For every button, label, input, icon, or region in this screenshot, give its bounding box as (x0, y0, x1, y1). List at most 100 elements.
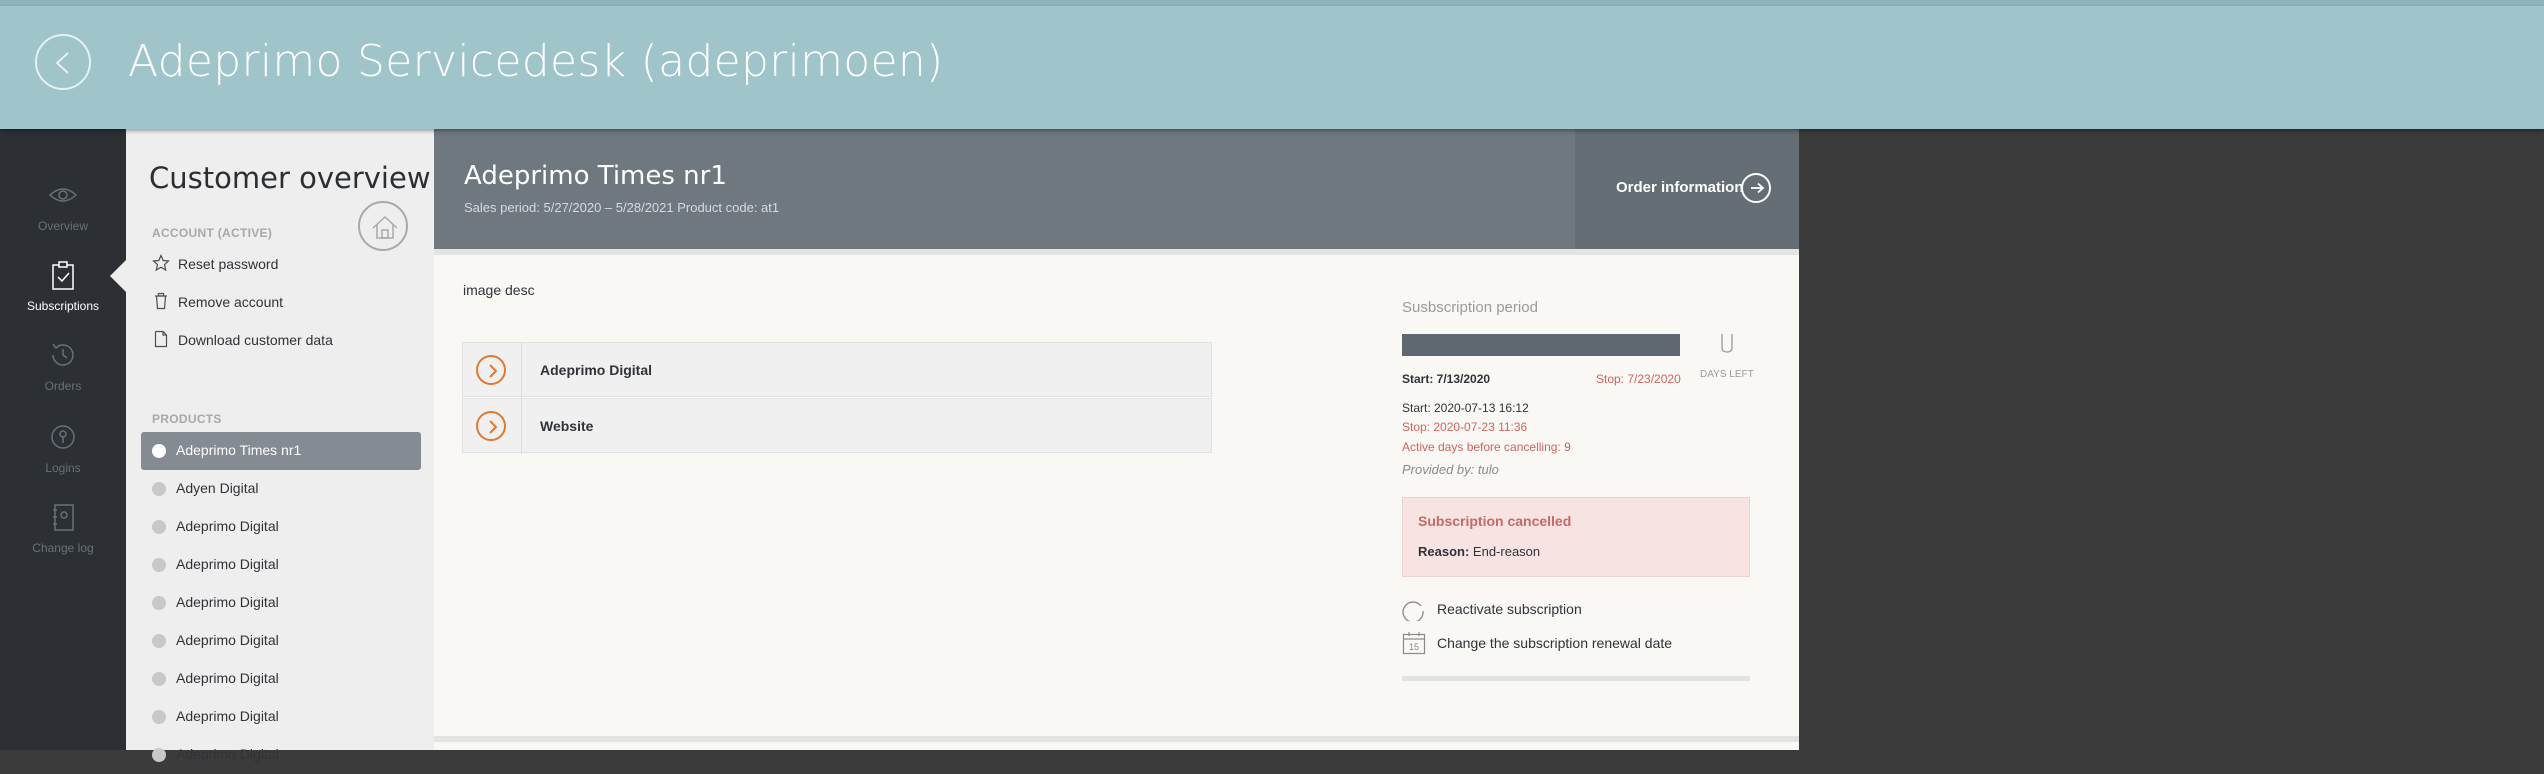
products-heading: PRODUCTS (152, 412, 222, 426)
product-dot (152, 520, 166, 534)
account-heading: ACCOUNT (ACTIVE) (152, 226, 273, 240)
trash-icon (155, 292, 167, 310)
product-subtitle: Sales period: 5/27/2020 – 5/28/2021 Prod… (464, 200, 780, 215)
product-label: Adeprimo Digital (176, 670, 279, 686)
cancelled-title: Subscription cancelled (1418, 513, 1572, 529)
reactivate-icon (1402, 601, 1424, 621)
main-bottom-divider (434, 736, 1799, 742)
reset-password-label: Reset password (178, 256, 279, 272)
rail-item-logins[interactable]: Logins (0, 421, 126, 501)
subscription-stop: Stop: 7/23/2020 (1596, 372, 1681, 386)
rail-item-subscriptions[interactable]: Subscriptions (0, 259, 126, 339)
order-information-button[interactable]: Order information (1575, 129, 1799, 249)
subscription-progress-fill (1402, 334, 1680, 356)
product-dot (152, 444, 166, 458)
subscription-progress-bar (1402, 334, 1680, 356)
product-label: Adeprimo Digital (176, 746, 279, 762)
calendar-day: 15 (1409, 642, 1419, 652)
change-renewal-date-label: Change the subscription renewal date (1437, 635, 1673, 651)
product-link-adeprimo-digital[interactable]: Adeprimo Digital (462, 342, 1212, 398)
product-item[interactable]: Adeprimo Times nr1 (141, 432, 421, 470)
document-icon (154, 330, 168, 348)
chevron-right-circle-icon (476, 355, 506, 385)
clipboard-check-icon (52, 261, 74, 290)
product-label: Adyen Digital (176, 480, 259, 496)
product-dot (152, 672, 166, 686)
product-item[interactable]: Adyen Digital (141, 470, 421, 508)
rail-item-overview[interactable]: Overview (0, 179, 126, 259)
product-dot (152, 710, 166, 724)
reactivate-label: Reactivate subscription (1437, 601, 1582, 617)
home-icon (372, 215, 398, 239)
subscription-period-title: Susbscription period (1402, 299, 1538, 316)
product-item[interactable]: Adeprimo Digital (141, 508, 421, 546)
product-item[interactable]: Adeprimo Digital (141, 622, 421, 660)
product-label: Adeprimo Digital (176, 708, 279, 724)
rail-item-orders[interactable]: Orders (0, 339, 126, 419)
link-icon-cell (463, 399, 522, 454)
product-title: Adeprimo Times nr1 (464, 161, 727, 191)
back-button[interactable] (35, 34, 91, 90)
rail-label-logins: Logins (45, 461, 81, 475)
panel-title: Customer overview (149, 161, 431, 195)
customer-panel: Customer overview ACCOUNT (ACTIVE) Reset… (126, 129, 434, 762)
rail-label-subscriptions: Subscriptions (26, 299, 100, 313)
eye-icon (48, 188, 78, 202)
days-left-value (1721, 334, 1733, 353)
product-dot (152, 558, 166, 572)
rail-label-orders: Orders (44, 379, 82, 393)
product-label: Adeprimo Digital (176, 594, 279, 610)
product-dot (152, 482, 166, 496)
image-description: image desc (463, 282, 535, 298)
home-button[interactable] (358, 201, 408, 251)
app-title: Adeprimo Servicedesk (adeprimoen) (128, 36, 944, 87)
subscription-footer-line (1402, 676, 1750, 681)
cancelled-notice: Subscription cancelled Reason: End-reaso… (1402, 497, 1750, 577)
order-information-label: Order information (1616, 179, 1744, 196)
link-icon-cell (463, 343, 522, 398)
log-book-icon (53, 504, 74, 531)
rail-label-change-log: Change log (32, 541, 94, 555)
rail-active-pointer (110, 260, 126, 292)
product-link-website[interactable]: Website (462, 398, 1212, 454)
rail-item-change-log[interactable]: Change log (0, 501, 126, 581)
stop-detail: Stop: 2020-07-23 11:36 (1402, 420, 1528, 434)
product-item[interactable]: Adeprimo Digital (141, 736, 421, 774)
product-dot (152, 596, 166, 610)
product-label: Adeprimo Times nr1 (176, 442, 302, 458)
star-icon (152, 254, 170, 272)
chevron-right-circle-icon (476, 411, 506, 441)
cancel-reason: Reason: End-reason (1418, 544, 1540, 559)
download-customer-data-label: Download customer data (178, 332, 333, 348)
chevron-left-icon (55, 52, 69, 74)
history-icon (52, 343, 74, 366)
subscription-start: Start: 7/13/2020 (1402, 372, 1491, 386)
main-content: Adeprimo Times nr1 Sales period: 5/27/20… (434, 129, 1799, 750)
link-label: Website (540, 418, 594, 434)
active-days-text: Active days before cancelling: 9 (1402, 440, 1571, 454)
product-dot (152, 748, 166, 762)
header-divider (434, 249, 1799, 255)
calendar-icon: 15 (1402, 632, 1426, 655)
key-icon (51, 425, 75, 449)
product-item[interactable]: Adeprimo Digital (141, 546, 421, 584)
reason-value: End-reason (1472, 544, 1541, 559)
product-item[interactable]: Adeprimo Digital (141, 660, 421, 698)
product-item[interactable]: Adeprimo Digital (141, 584, 421, 622)
product-header: Adeprimo Times nr1 Sales period: 5/27/20… (434, 129, 1799, 255)
product-label: Adeprimo Digital (176, 518, 279, 534)
product-dot (152, 634, 166, 648)
link-label: Adeprimo Digital (540, 362, 653, 378)
days-left-label: DAYS LEFT (1700, 369, 1754, 380)
rail-label-overview: Overview (37, 219, 88, 233)
provided-by-text: Provided by: tulo (1402, 462, 1499, 477)
start-detail: Start: 2020-07-13 16:12 (1402, 401, 1529, 415)
remove-account-label: Remove account (178, 294, 284, 310)
product-label: Adeprimo Digital (176, 556, 279, 572)
arrow-right-icon (1741, 173, 1771, 203)
app-header: Adeprimo Servicedesk (adeprimoen) (0, 6, 2544, 129)
product-item[interactable]: Adeprimo Digital (141, 698, 421, 736)
left-nav-rail: Overview Subscriptions Orders Logins Cha… (0, 129, 126, 750)
product-label: Adeprimo Digital (176, 632, 279, 648)
reason-label: Reason: (1418, 544, 1470, 559)
